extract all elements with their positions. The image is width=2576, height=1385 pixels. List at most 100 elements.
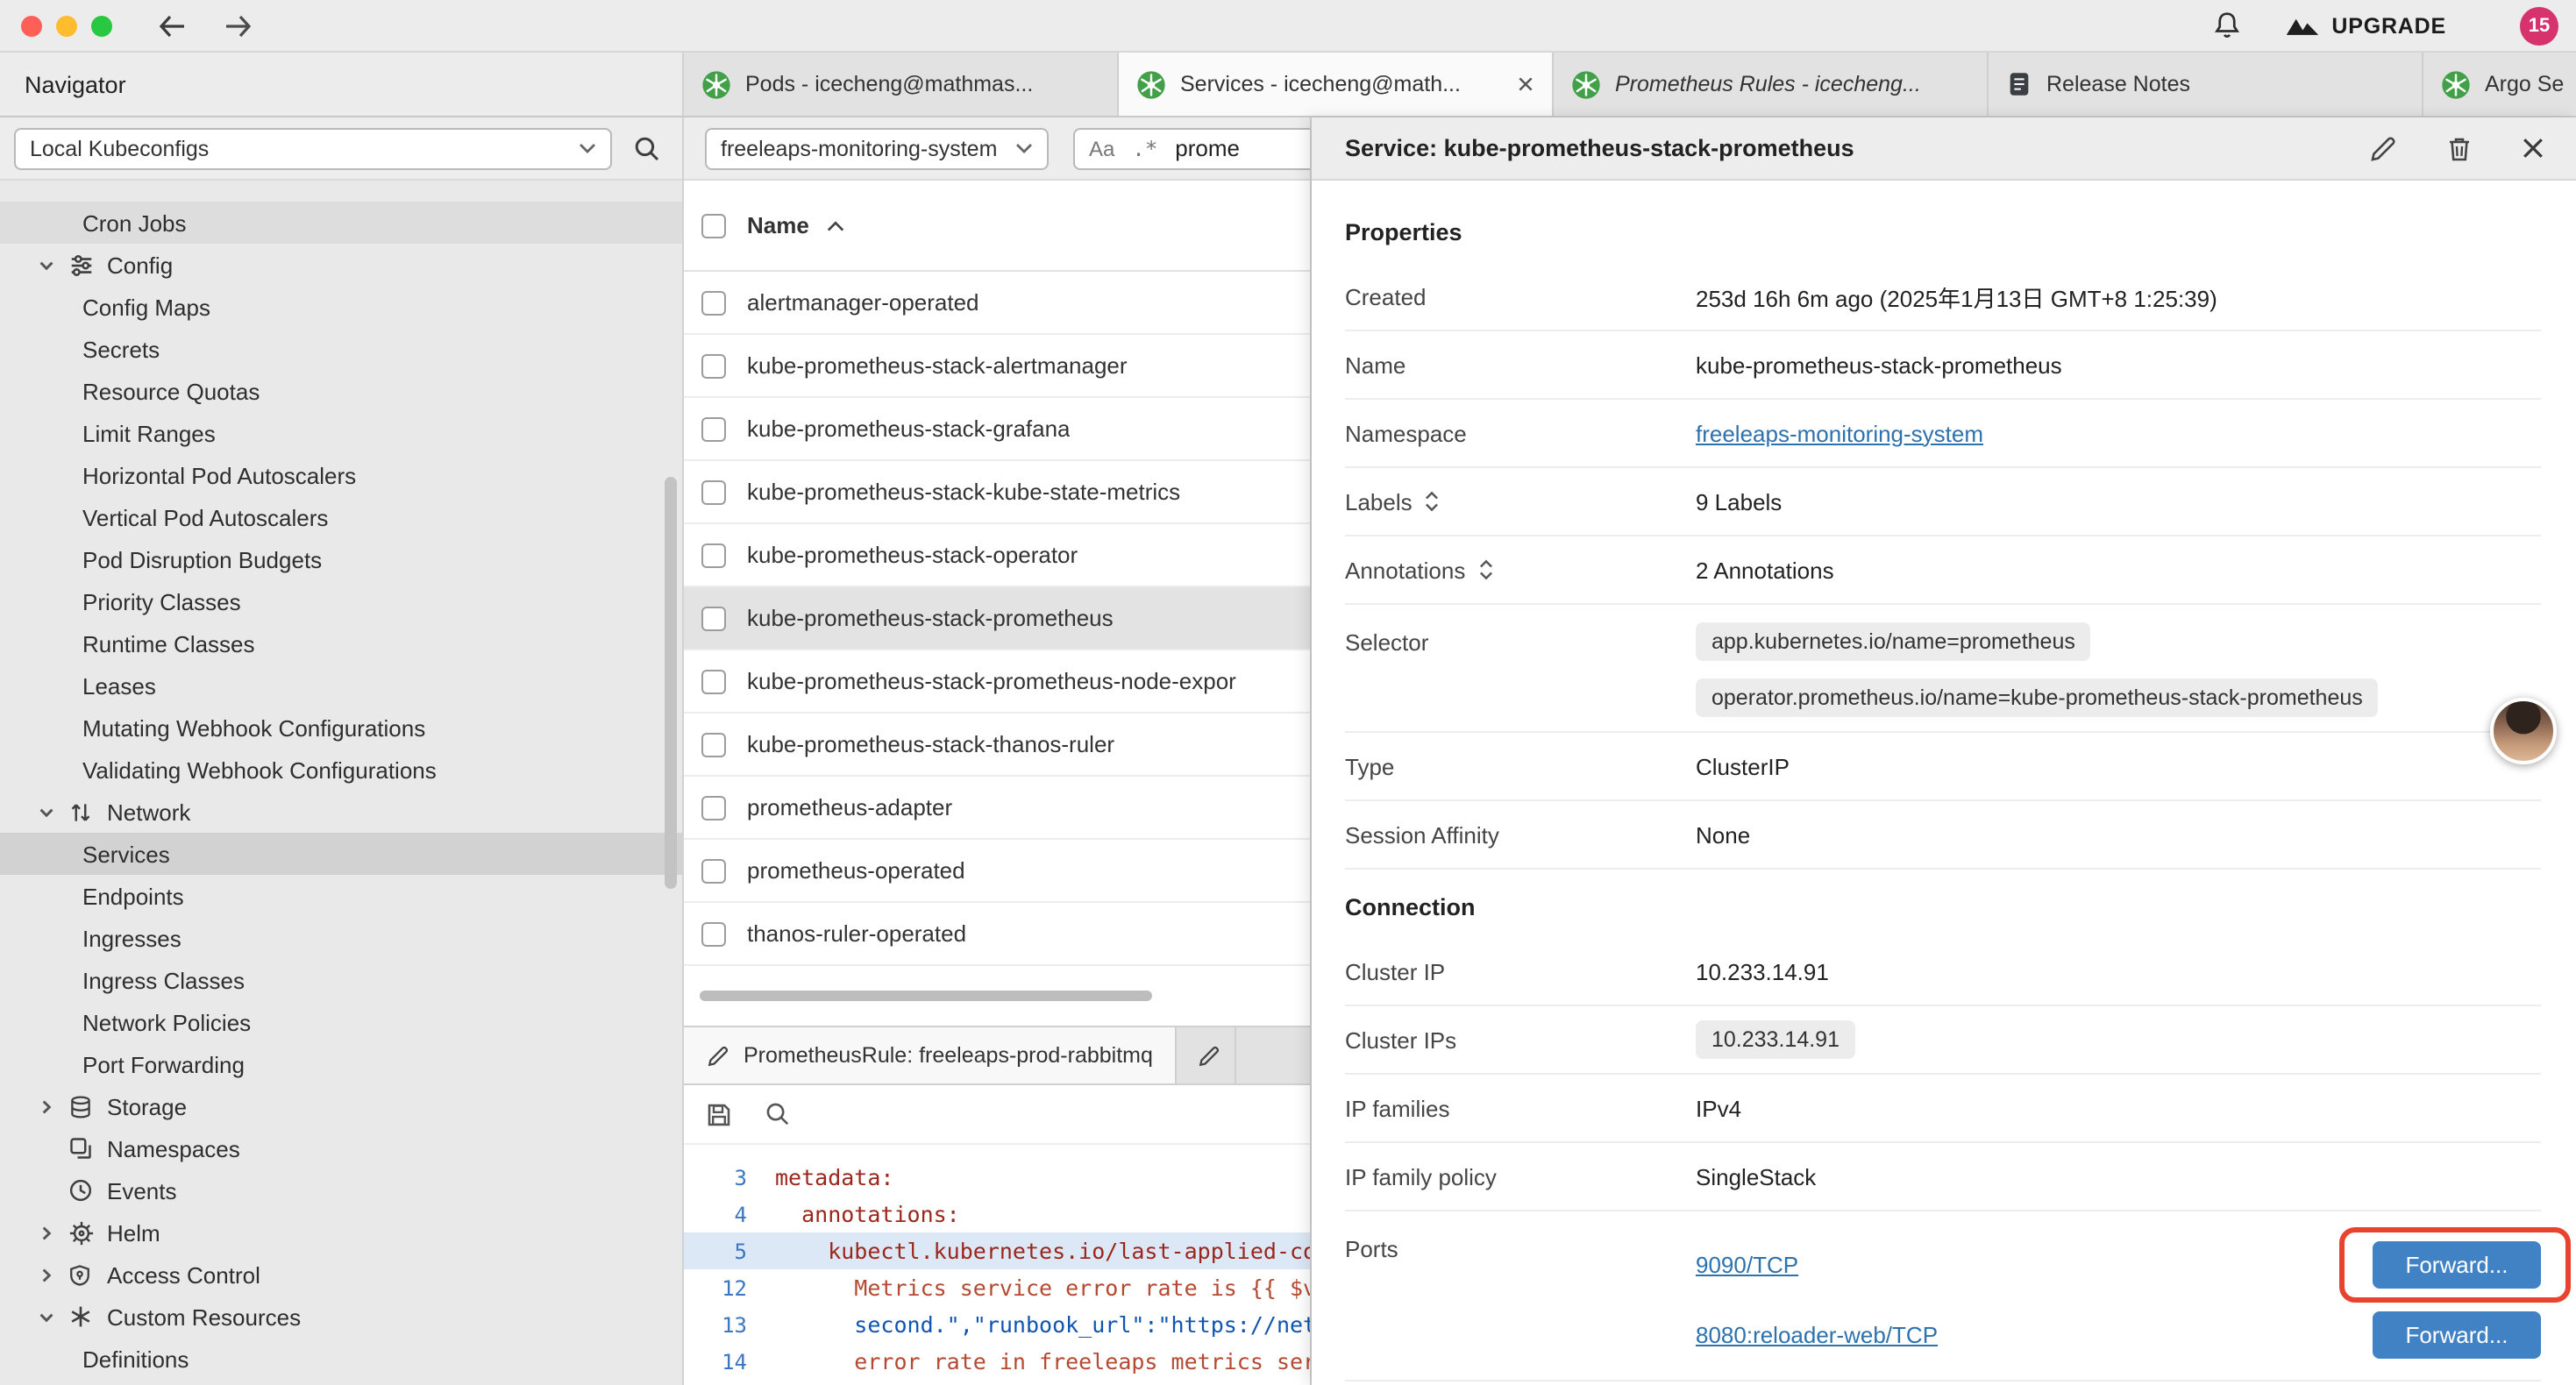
row-checkbox[interactable] bbox=[701, 795, 726, 820]
row-checkbox[interactable] bbox=[701, 669, 726, 693]
sidebar-item-pod-disruption-budgets[interactable]: Pod Disruption Budgets bbox=[0, 538, 682, 580]
table-row[interactable]: kube-prometheus-stack-thanos-ruler bbox=[684, 714, 1310, 777]
port-link[interactable]: 9090/TCP bbox=[1696, 1251, 1798, 1277]
sidebar-item-cron-jobs[interactable]: Cron Jobs bbox=[0, 202, 682, 244]
sidebar-item-mutating-webhook-configurations[interactable]: Mutating Webhook Configurations bbox=[0, 707, 682, 749]
sidebar-item-network-policies[interactable]: Network Policies bbox=[0, 1001, 682, 1043]
port-link[interactable]: 8080:reloader-web/TCP bbox=[1696, 1321, 1938, 1347]
forward-button[interactable]: Forward... bbox=[2373, 1240, 2541, 1288]
sidebar-item-leases[interactable]: Leases bbox=[0, 664, 682, 707]
namespace-select[interactable]: freeleaps-monitoring-system bbox=[705, 127, 1049, 169]
row-checkbox[interactable] bbox=[701, 606, 726, 630]
editor-line[interactable]: 12 Metrics service error rate is {{ $va bbox=[684, 1269, 1310, 1306]
sidebar-item-priority-classes[interactable]: Priority Classes bbox=[0, 580, 682, 622]
chevron-down-icon[interactable] bbox=[37, 802, 56, 821]
row-checkbox[interactable] bbox=[701, 858, 726, 883]
close-icon[interactable] bbox=[2522, 137, 2544, 160]
editor-search-icon[interactable] bbox=[765, 1101, 791, 1127]
table-row[interactable]: prometheus-adapter bbox=[684, 777, 1310, 840]
sidebar-item-storage[interactable]: Storage bbox=[0, 1085, 682, 1127]
yaml-editor[interactable]: 3metadata:4 annotations:5 kubectl.kubern… bbox=[684, 1145, 1310, 1385]
chevron-right-icon[interactable] bbox=[37, 1223, 56, 1242]
sidebar-item-network[interactable]: Network bbox=[0, 791, 682, 833]
select-all-checkbox[interactable] bbox=[701, 213, 726, 238]
regex-toggle[interactable]: .* bbox=[1132, 136, 1157, 160]
forward-button[interactable]: Forward... bbox=[2373, 1310, 2541, 1358]
row-checkbox[interactable] bbox=[701, 921, 726, 946]
expand-toggle-icon[interactable] bbox=[1477, 558, 1493, 582]
editor-line[interactable]: 13 second.","runbook_url":"https://net bbox=[684, 1306, 1310, 1343]
chevron-right-icon[interactable] bbox=[37, 1097, 56, 1116]
editor-line[interactable]: 14 error rate in freeleaps metrics ser bbox=[684, 1343, 1310, 1380]
table-row[interactable]: kube-prometheus-stack-prometheus-node-ex… bbox=[684, 650, 1310, 714]
dock-tab-partial[interactable] bbox=[1178, 1027, 1237, 1083]
tab-prometheus-rules-icecheng[interactable]: Prometheus Rules - icecheng... bbox=[1554, 53, 1989, 116]
row-checkbox[interactable] bbox=[701, 479, 726, 504]
editor-line[interactable]: 3metadata: bbox=[684, 1159, 1310, 1196]
tab-pods-icecheng-mathmas[interactable]: Pods - icecheng@mathmas... bbox=[684, 53, 1119, 116]
close-tab-icon[interactable] bbox=[1517, 75, 1534, 93]
tab-services-icecheng-math[interactable]: Services - icecheng@math... bbox=[1119, 53, 1554, 116]
sidebar-item-namespaces[interactable]: Namespaces bbox=[0, 1127, 682, 1169]
delete-icon[interactable] bbox=[2446, 134, 2473, 162]
zoom-window-button[interactable] bbox=[91, 15, 112, 36]
table-row[interactable]: thanos-ruler-operated bbox=[684, 903, 1310, 966]
upgrade-button[interactable]: UPGRADE bbox=[2284, 13, 2446, 38]
row-checkbox[interactable] bbox=[701, 416, 726, 441]
sidebar-item-validating-webhook-configurations[interactable]: Validating Webhook Configurations bbox=[0, 749, 682, 791]
sidebar-item-config-maps[interactable]: Config Maps bbox=[0, 286, 682, 328]
sidebar-item-custom-resources[interactable]: Custom Resources bbox=[0, 1296, 682, 1338]
sidebar-item-horizontal-pod-autoscalers[interactable]: Horizontal Pod Autoscalers bbox=[0, 454, 682, 496]
table-row[interactable]: kube-prometheus-stack-prometheus bbox=[684, 587, 1310, 650]
match-case-toggle[interactable]: Aa bbox=[1089, 136, 1114, 160]
sidebar-item-port-forwarding[interactable]: Port Forwarding bbox=[0, 1043, 682, 1085]
table-row[interactable]: kube-prometheus-stack-alertmanager bbox=[684, 335, 1310, 398]
row-checkbox[interactable] bbox=[701, 290, 726, 315]
dock-tab-prometheusrule-freeleaps-prod-rabbitmq[interactable]: PrometheusRule: freeleaps-prod-rabbitmq bbox=[684, 1027, 1178, 1083]
avatar[interactable] bbox=[2490, 698, 2557, 764]
sidebar-search-icon[interactable] bbox=[633, 134, 661, 162]
table-row[interactable]: prometheus-operated bbox=[684, 840, 1310, 903]
column-header-name[interactable]: Name bbox=[747, 212, 809, 238]
notifications-bell-icon[interactable] bbox=[2210, 9, 2242, 42]
editor-line[interactable]: 4 annotations: bbox=[684, 1196, 1310, 1232]
notification-count-badge[interactable]: 15 bbox=[2520, 6, 2558, 45]
table-row[interactable]: kube-prometheus-stack-operator bbox=[684, 524, 1310, 587]
sidebar-item-ingress-classes[interactable]: Ingress Classes bbox=[0, 959, 682, 1001]
table-row[interactable]: alertmanager-operated bbox=[684, 272, 1310, 335]
sort-ascending-icon[interactable] bbox=[827, 218, 846, 232]
sidebar-item-definitions[interactable]: Definitions bbox=[0, 1338, 682, 1380]
sidebar-item-config[interactable]: Config bbox=[0, 244, 682, 286]
tab-release-notes[interactable]: Release Notes bbox=[1989, 53, 2423, 116]
table-row[interactable]: kube-prometheus-stack-grafana bbox=[684, 398, 1310, 461]
sidebar-item-vertical-pod-autoscalers[interactable]: Vertical Pod Autoscalers bbox=[0, 496, 682, 538]
close-window-button[interactable] bbox=[21, 15, 42, 36]
chevron-down-icon[interactable] bbox=[37, 1307, 56, 1326]
sidebar-item-services[interactable]: Services bbox=[0, 833, 682, 875]
row-checkbox[interactable] bbox=[701, 353, 726, 378]
chevron-down-icon[interactable] bbox=[37, 255, 56, 274]
table-row[interactable]: kube-prometheus-stack-kube-state-metrics bbox=[684, 461, 1310, 524]
sidebar-item-endpoints[interactable]: Endpoints bbox=[0, 875, 682, 917]
editor-line[interactable]: 5 kubectl.kubernetes.io/last-applied-co bbox=[684, 1232, 1310, 1269]
chevron-right-icon[interactable] bbox=[37, 1265, 56, 1284]
forward-icon[interactable] bbox=[224, 13, 253, 38]
tab-argo-se[interactable]: Argo Se bbox=[2423, 53, 2576, 116]
kubeconfig-select[interactable]: Local Kubeconfigs bbox=[14, 127, 612, 169]
expand-toggle-icon[interactable] bbox=[1425, 489, 1441, 514]
sidebar-item-secrets[interactable]: Secrets bbox=[0, 328, 682, 370]
table-search-input[interactable]: Aa .* prome bbox=[1073, 127, 1310, 169]
back-icon[interactable] bbox=[158, 13, 186, 38]
save-icon[interactable] bbox=[705, 1100, 733, 1128]
row-checkbox[interactable] bbox=[701, 732, 726, 756]
sidebar-scrollbar-thumb[interactable] bbox=[665, 477, 677, 889]
sidebar-item-runtime-classes[interactable]: Runtime Classes bbox=[0, 622, 682, 664]
sidebar-item-access-control[interactable]: Access Control bbox=[0, 1254, 682, 1296]
sidebar-item-limit-ranges[interactable]: Limit Ranges bbox=[0, 412, 682, 454]
minimize-window-button[interactable] bbox=[56, 15, 77, 36]
sidebar-item-helm[interactable]: Helm bbox=[0, 1211, 682, 1254]
namespace-link[interactable]: freeleaps-monitoring-system bbox=[1696, 420, 1983, 446]
sidebar-item-resource-quotas[interactable]: Resource Quotas bbox=[0, 370, 682, 412]
sidebar-item-ingresses[interactable]: Ingresses bbox=[0, 917, 682, 959]
horizontal-scrollbar-thumb[interactable] bbox=[700, 991, 1152, 1001]
